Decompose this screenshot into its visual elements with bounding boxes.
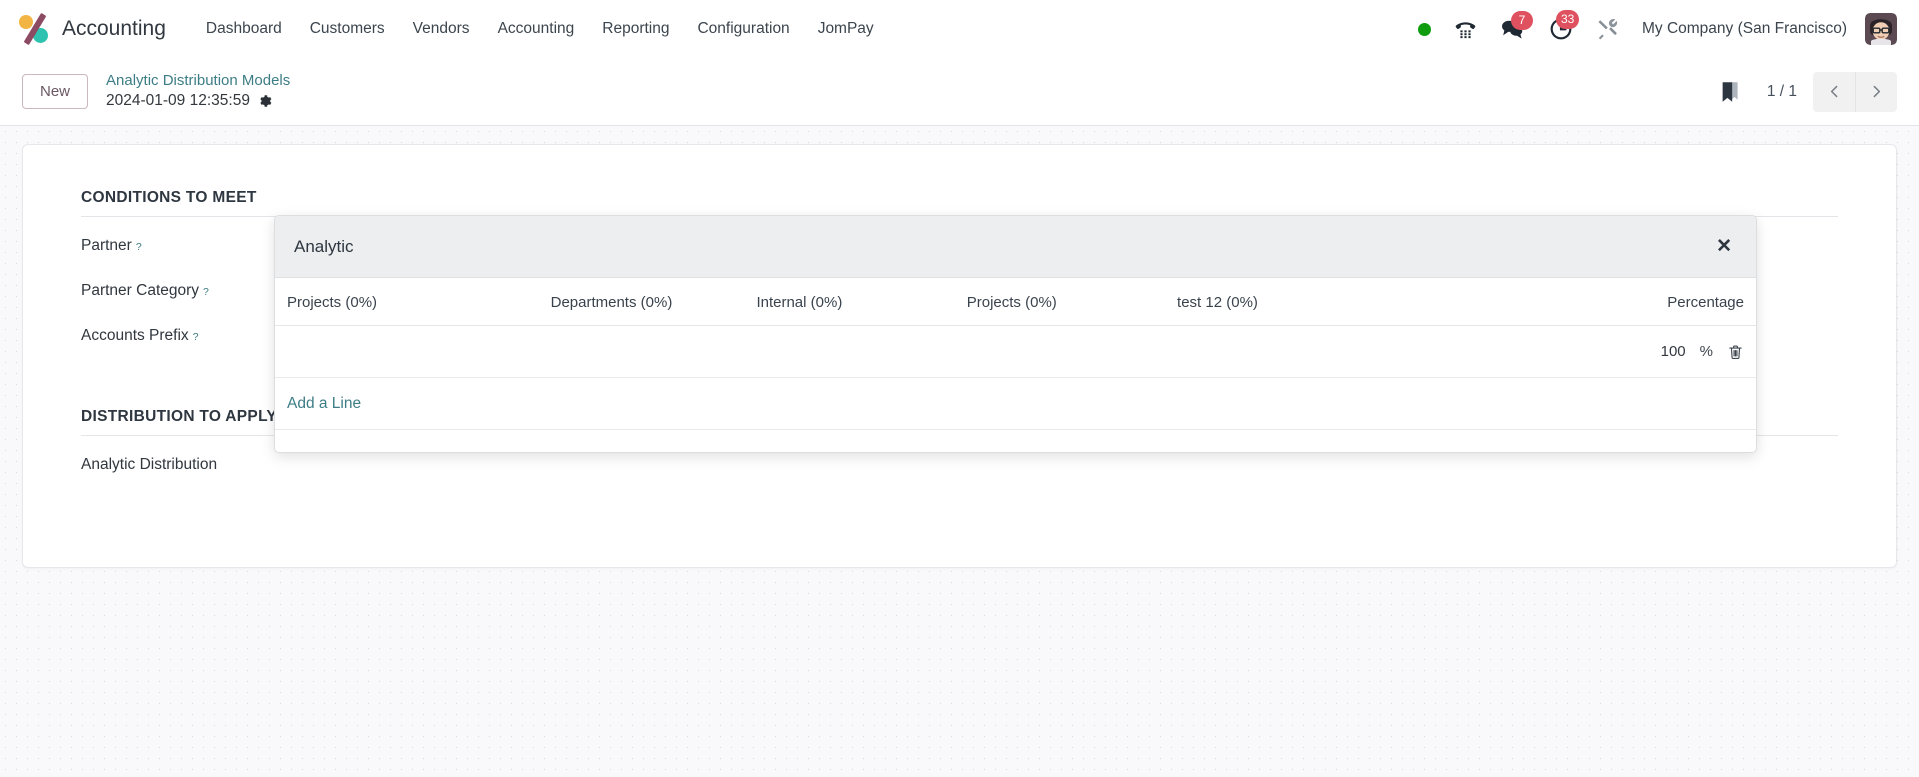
close-icon[interactable]: ✕ [1714, 233, 1734, 260]
popover-title: Analytic [294, 236, 354, 256]
percentage-input[interactable]: 100 [1661, 343, 1686, 360]
breadcrumb-parent-link[interactable]: Analytic Distribution Models [106, 72, 290, 91]
add-line-row: Add a Line [275, 377, 1756, 430]
table-row[interactable]: 100 % [275, 325, 1756, 378]
cell-test-12[interactable] [1165, 325, 1376, 378]
popover-footer [275, 430, 1756, 452]
percent-sign-label: % [1699, 343, 1713, 360]
nav-item-jompay[interactable]: JomPay [804, 12, 888, 46]
messages-menu-button[interactable]: 7 [1489, 11, 1537, 47]
field-label-partner: Partner [81, 237, 132, 254]
cell-departments[interactable] [538, 325, 745, 378]
bookmark-icon[interactable] [1707, 73, 1753, 111]
popover-header: Analytic ✕ [275, 216, 1756, 278]
chevron-right-icon [1873, 85, 1881, 98]
column-header-test-12[interactable]: test 12 (0%) [1165, 278, 1376, 326]
column-header-internal[interactable]: Internal (0%) [744, 278, 955, 326]
nav-item-reporting[interactable]: Reporting [588, 12, 683, 46]
activities-menu-button[interactable]: 33 [1537, 10, 1585, 48]
odoo-accounting-logo-icon[interactable] [18, 12, 52, 46]
help-tooltip-icon[interactable]: ? [203, 286, 209, 298]
pager-value: 1 / 1 [1766, 82, 1797, 100]
column-header-projects-1[interactable]: Projects (0%) [275, 278, 539, 326]
trash-icon[interactable] [1727, 343, 1744, 361]
nav-item-configuration[interactable]: Configuration [683, 12, 803, 46]
user-avatar-icon[interactable] [1865, 13, 1897, 45]
messages-count-badge: 7 [1510, 11, 1533, 30]
nav-item-vendors[interactable]: Vendors [399, 12, 484, 46]
analytic-distribution-table: Projects (0%) Departments (0%) Internal … [275, 278, 1756, 430]
cell-internal[interactable] [744, 325, 955, 378]
top-navbar: Accounting Dashboard Customers Vendors A… [0, 0, 1919, 58]
cell-percentage: 100 % [1375, 325, 1756, 378]
control-panel-right: 1 / 1 [1707, 71, 1897, 112]
chevron-left-icon [1830, 85, 1837, 98]
app-brand-name[interactable]: Accounting [62, 17, 166, 41]
nav-item-customers[interactable]: Customers [296, 12, 399, 46]
tools-wrench-icon[interactable] [1585, 12, 1630, 47]
nav-item-accounting[interactable]: Accounting [484, 12, 589, 46]
control-panel: New Analytic Distribution Models 2024-01… [0, 58, 1919, 126]
cell-projects-2[interactable] [954, 325, 1166, 378]
field-label-accounts-prefix: Accounts Prefix [81, 327, 189, 344]
column-header-projects-2[interactable]: Projects (0%) [954, 278, 1166, 326]
column-header-departments[interactable]: Departments (0%) [538, 278, 745, 326]
activities-count-badge: 33 [1555, 10, 1580, 29]
add-line-cell: Add a Line [275, 377, 1756, 430]
analytic-distribution-popover: Analytic ✕ Projects (0%) Departments (0%… [274, 215, 1757, 453]
content-area: CONDITIONS TO MEET Partner ? Partner Cat… [0, 126, 1919, 776]
breadcrumb: Analytic Distribution Models 2024-01-09 … [106, 72, 290, 110]
column-header-percentage[interactable]: Percentage [1375, 278, 1756, 326]
help-tooltip-icon[interactable]: ? [193, 331, 199, 343]
nav-item-dashboard[interactable]: Dashboard [192, 12, 296, 46]
breadcrumb-current-record: 2024-01-09 12:35:59 [106, 92, 250, 110]
group-title-conditions: CONDITIONS TO MEET [81, 189, 1838, 217]
company-switcher[interactable]: My Company (San Francisco) [1630, 12, 1859, 46]
gear-icon[interactable] [258, 94, 272, 108]
cell-projects-1[interactable] [275, 325, 539, 378]
help-tooltip-icon[interactable]: ? [136, 241, 142, 253]
field-label-partner-category: Partner Category [81, 282, 200, 299]
field-row-analytic-distribution: Analytic Distribution [81, 456, 1838, 501]
green-status-dot-icon[interactable] [1407, 17, 1442, 42]
add-a-line-button[interactable]: Add a Line [287, 395, 361, 412]
pager-previous-button[interactable] [1813, 71, 1855, 112]
table-header-row: Projects (0%) Departments (0%) Internal … [275, 278, 1756, 326]
pager-next-button[interactable] [1855, 71, 1897, 112]
phone-dialpad-icon[interactable] [1442, 11, 1489, 48]
new-record-button[interactable]: New [22, 74, 89, 109]
systray: 7 33 My Company (San Francisco) [1407, 10, 1897, 48]
popover-body: Projects (0%) Departments (0%) Internal … [275, 278, 1756, 452]
field-label-analytic-distribution: Analytic Distribution [81, 456, 218, 473]
